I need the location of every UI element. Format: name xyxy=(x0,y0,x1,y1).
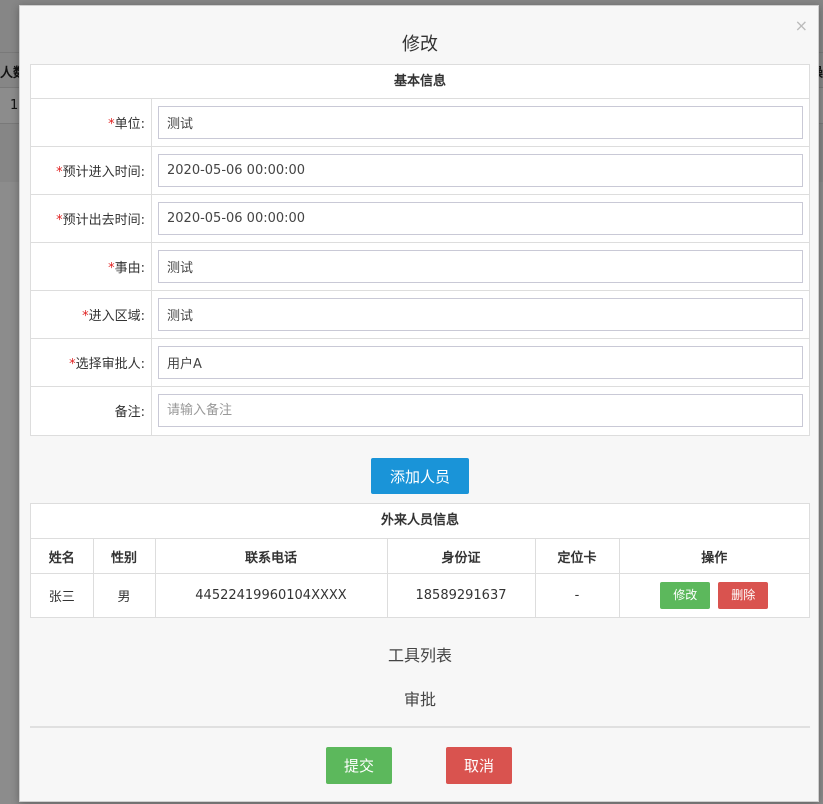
form-label-text: 进入区域: xyxy=(88,309,145,324)
form-label-text: 备注: xyxy=(114,405,145,420)
column-header-gender: 性别 xyxy=(92,538,156,574)
footer-divider xyxy=(30,726,810,728)
form-label-text: 预计出去时间: xyxy=(62,213,145,228)
cell-gender: 男 xyxy=(92,573,156,617)
approver-input[interactable] xyxy=(158,346,803,379)
reason-input[interactable] xyxy=(158,250,803,283)
form-row-area: *进入区域: xyxy=(31,291,809,339)
column-header-id-card: 身份证 xyxy=(386,538,536,574)
cell-card: - xyxy=(534,573,620,617)
visitors-table-body: 张三男 44522419960104XXXX 18589291637- 修改 删除 xyxy=(31,573,809,617)
edit-person-button[interactable]: 修改 xyxy=(660,581,711,609)
form-field-cell xyxy=(152,339,809,386)
form-label-text: 选择审批人: xyxy=(75,357,145,372)
form-label-text: 单位: xyxy=(114,117,145,132)
exit-time-input[interactable] xyxy=(158,202,803,235)
tools-list-title: 工具列表 xyxy=(387,646,452,665)
form-label-exit-time: *预计出去时间: xyxy=(31,195,152,242)
form-row-remark: 备注: xyxy=(31,387,809,435)
form-label-approver: *选择审批人: xyxy=(31,339,152,386)
form-label-remark: 备注: xyxy=(31,387,152,435)
cancel-button[interactable]: 取消 xyxy=(446,747,512,784)
column-header-locator-card: 定位卡 xyxy=(534,538,620,574)
basic-info-panel: 基本信息 *单位:*预计进入时间:*预计出去时间:*事由:*进入区域:*选择审批… xyxy=(30,64,810,436)
modal-title: 修改 xyxy=(402,34,438,55)
close-icon[interactable]: × xyxy=(795,16,808,35)
column-header-name: 姓名 xyxy=(31,538,94,574)
basic-info-heading: 基本信息 xyxy=(31,65,809,99)
edit-modal: 修改 × 基本信息 *单位:*预计进入时间:*预计出去时间:*事由:*进入区域:… xyxy=(19,5,819,802)
basic-info-form: *单位:*预计进入时间:*预计出去时间:*事由:*进入区域:*选择审批人: 备注: xyxy=(31,99,809,435)
cell-actions: 修改 删除 xyxy=(618,573,809,617)
form-row-unit: *单位: xyxy=(31,99,809,147)
visitors-table-header: 姓名 性别 联系电话 身份证 定位卡 操作 xyxy=(31,538,809,574)
form-label-reason: *事由: xyxy=(31,243,152,290)
form-field-cell xyxy=(152,291,809,338)
cell-phone: 44522419960104XXXX xyxy=(154,573,388,617)
area-input[interactable] xyxy=(158,298,803,331)
cell-name: 张三 xyxy=(31,573,94,617)
delete-person-button[interactable]: 删除 xyxy=(718,581,769,609)
form-label-entry-time: *预计进入时间: xyxy=(31,147,152,194)
form-label-area: *进入区域: xyxy=(31,291,152,338)
form-field-cell xyxy=(152,243,809,290)
approval-title: 审批 xyxy=(403,690,436,709)
remark-input[interactable] xyxy=(158,394,803,427)
form-row-exit-time: *预计出去时间: xyxy=(31,195,809,243)
table-row: 张三男 44522419960104XXXX 18589291637- 修改 删除 xyxy=(31,573,809,617)
form-label-text: 事由: xyxy=(114,261,145,276)
column-header-actions: 操作 xyxy=(618,538,809,574)
submit-button[interactable]: 提交 xyxy=(326,747,392,784)
form-row-reason: *事由: xyxy=(31,243,809,291)
form-field-cell xyxy=(152,147,809,194)
form-field-cell xyxy=(152,195,809,242)
form-field-cell xyxy=(152,99,809,146)
form-label-unit: *单位: xyxy=(31,99,152,146)
visitors-heading: 外来人员信息 xyxy=(380,513,459,528)
visitors-table: 姓名 性别 联系电话 身份证 定位卡 操作 张三男 44522419960104XXXX 18… xyxy=(31,538,809,617)
form-row-approver: *选择审批人: xyxy=(31,339,809,387)
add-person-button[interactable]: 添加人员 xyxy=(371,458,469,494)
form-row-entry-time: *预计进入时间: xyxy=(31,147,809,195)
visitors-panel: 外来人员信息 姓名 性别 联系电话 身份证 定位卡 操作 张三男 4452241996010… xyxy=(30,503,810,618)
form-field-cell xyxy=(152,387,809,435)
form-label-text: 预计进入时间: xyxy=(62,165,145,180)
cell-id-card: 18589291637 xyxy=(386,573,536,617)
entry-time-input[interactable] xyxy=(158,154,803,187)
column-header-phone: 联系电话 xyxy=(154,538,388,574)
unit-input[interactable] xyxy=(158,106,803,139)
